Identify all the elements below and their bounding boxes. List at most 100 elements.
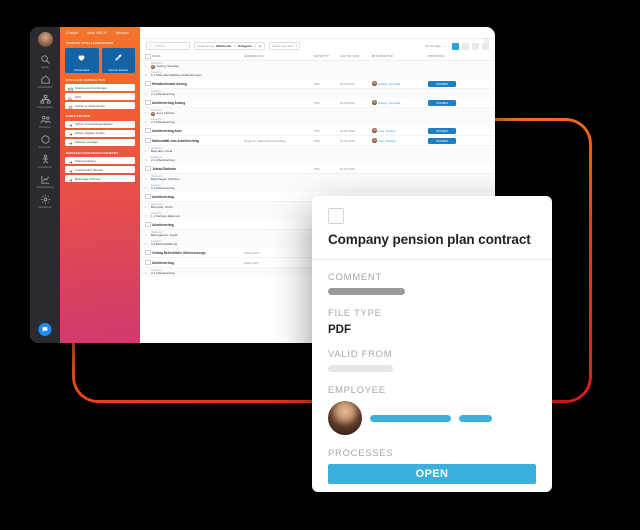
table-row[interactable]: Nationalität zum Arbeitsvertrag Regel für… xyxy=(140,136,495,146)
sidebar-item-ausbildung[interactable]: Ausbildung xyxy=(30,154,60,169)
chevron-down-icon[interactable]: ▾ xyxy=(145,92,148,96)
chevron-down-icon[interactable]: ▾ xyxy=(145,205,148,209)
table-row[interactable]: Jobrad Bafunde PDF 01.04.2021 xyxy=(140,164,495,174)
column-header-dateityp[interactable]: DATEITYP xyxy=(314,55,340,58)
row-checkbox[interactable] xyxy=(145,249,152,256)
grid-view-icon[interactable] xyxy=(452,42,459,50)
chevron-left-icon[interactable]: ‹ xyxy=(444,44,445,48)
open-row-button[interactable]: ÖFFNEN xyxy=(428,99,456,106)
chevron-down-icon[interactable]: ▾ xyxy=(145,186,148,190)
card-select-checkbox[interactable] xyxy=(328,208,344,224)
cell-mitarbeiter[interactable]: Assing, Veronika xyxy=(372,81,428,86)
chevron-down-icon[interactable]: ▾ xyxy=(145,158,148,162)
panel-row-beantrage-praemien[interactable]: Beantrage Prämien xyxy=(65,175,135,182)
chevron-down-icon[interactable]: ▾ xyxy=(145,214,148,218)
tile-internes-karriereportal[interactable]: Internes Karriere xyxy=(101,47,135,73)
cell-prozesse: ÖFFNEN xyxy=(428,80,490,87)
card-view-icon[interactable] xyxy=(472,42,479,50)
panel-row-offene-digitale-inhalte[interactable]: Offene Digitale Inhalte xyxy=(65,129,135,137)
table-row[interactable]: Arbeitsvertrag Assing PDF 01.08.2022 Assing… xyxy=(140,98,495,108)
open-row-button[interactable]: ÖFFNEN xyxy=(428,80,456,87)
cell-mitarbeiter[interactable]: Assing, Veronika xyxy=(372,100,428,105)
column-header-name[interactable]: NAME xyxy=(152,55,244,58)
row-checkbox[interactable] xyxy=(145,80,152,87)
table-group-row[interactable]: ▾ Kategorie ↑ 2.1 Arbeitsvertrag xyxy=(140,117,495,126)
panel-row-stellenausschreibungen[interactable]: Stellenausschreibungen xyxy=(65,84,135,91)
chevron-down-icon[interactable]: ▾ xyxy=(145,177,148,181)
row-checkbox[interactable] xyxy=(145,99,152,106)
chevron-down-icon[interactable]: ▾ xyxy=(145,73,148,77)
select-all-checkbox[interactable] xyxy=(145,53,152,60)
panel-row-leaderboard[interactable]: Leaderboard (Monat) xyxy=(65,166,135,173)
chip-remove-icon[interactable]: ✕ xyxy=(254,44,257,48)
table-group-row[interactable]: ▾ Kategorie ↑ 2.1 Arbeitsvertrag xyxy=(140,155,495,164)
list-view-icon[interactable] xyxy=(462,42,469,50)
tab-cockpit[interactable]: Cockpit xyxy=(66,31,78,35)
row-checkbox[interactable] xyxy=(145,259,152,266)
sidebar-item-organisation[interactable]: Organisation xyxy=(30,94,60,109)
avatar xyxy=(372,138,377,143)
tab-mensch[interactable]: Mensch xyxy=(116,31,129,35)
column-header-mitarbeiter[interactable]: MITARBEITER xyxy=(372,55,428,58)
panel-row-offene-onboardingaufgaben[interactable]: Offene Onboardingaufgaben xyxy=(65,120,135,128)
table-group-row[interactable]: ▾ Kategorie ↑ 1.3 Stammbezahlbare Veränder… xyxy=(140,70,495,79)
chevron-down-icon[interactable]: ▾ xyxy=(145,271,148,275)
sidebar-item-weiterbildung[interactable]: Weiterbildung xyxy=(30,174,60,189)
panel-row-kosten-je-stellenboerse[interactable]: Kosten je Stellenbörse xyxy=(65,102,135,109)
table-group-row[interactable]: ▾ Mitarbeiter ↑ Auer, Norbert xyxy=(140,108,495,117)
open-button[interactable]: OPEN xyxy=(328,464,536,484)
grouping-filter[interactable]: Gruppierung Mitarbeiter ✕ Kategorie ✕ ▣ xyxy=(194,42,265,50)
chip-mitarbeiter[interactable]: Mitarbeiter xyxy=(216,44,231,48)
chip-kategorie[interactable]: Kategorie xyxy=(238,44,252,48)
table-group-row[interactable]: ▾ Kategorie ↑ 2.1 Arbeitsvertrag xyxy=(140,183,495,192)
sidebar-item-suche[interactable]: Suche xyxy=(30,54,60,69)
tile-karriereseite[interactable]: Karriereseite xyxy=(65,47,99,73)
table-row[interactable]: Arbeitsvertrag Auer PDF 01.01.2020 Auer, No… xyxy=(140,126,495,136)
column-header-prozesse[interactable]: PROZESSE xyxy=(428,55,490,58)
table-row[interactable]: Heiratsurkunde Assing JPG 03.06.2017 Assing… xyxy=(140,79,495,89)
table-group-row[interactable]: ▾ Kategorie ↑ 2.1 Arbeitsvertrag xyxy=(140,89,495,98)
chevron-down-icon[interactable]: ▾ xyxy=(145,111,148,115)
row-checkbox[interactable] xyxy=(145,127,152,134)
sort-select[interactable]: Sortierung nach ▾ xyxy=(268,42,301,50)
chat-icon[interactable] xyxy=(38,323,52,336)
table-group-row[interactable]: ▾ Mitarbeiter ↑ Baumhagel, Christine xyxy=(140,174,495,183)
avatar xyxy=(372,100,377,105)
row-checkbox[interactable] xyxy=(145,137,152,144)
table-group-row[interactable]: ▾ Mitarbeiter ↑ Bachuber, Areal xyxy=(140,146,495,155)
row-checkbox[interactable] xyxy=(145,221,152,228)
sidebar-item-prozesse[interactable]: Prozesse xyxy=(30,134,60,149)
page-size-label[interactable]: 50 Einträge xyxy=(426,44,441,48)
chevron-right-icon[interactable]: › xyxy=(448,44,449,48)
export-icon[interactable] xyxy=(484,30,489,43)
tab-mein-helix[interactable]: Mein HELIX xyxy=(87,31,107,35)
table-view-icon[interactable] xyxy=(482,42,489,50)
chip-remove-icon[interactable]: ✕ xyxy=(234,44,237,48)
section-heading-empfehlungsmanagement: EMPFEHLUNGSMANAGEMENT xyxy=(66,150,119,155)
column-header-bemerkung[interactable]: BEMERKUNG xyxy=(244,55,314,58)
sidebar-item-verwaltung[interactable]: Verwaltung xyxy=(30,194,60,209)
chevron-down-icon[interactable]: ▾ xyxy=(145,64,148,68)
cell-name: Arbeitsvertrag xyxy=(152,222,174,227)
table-group-row[interactable]: ▾ Mitarbeiter ↑ Assing, Veronika xyxy=(140,61,495,70)
panel-row-kpis[interactable]: KPIs xyxy=(65,93,135,100)
chevron-down-icon[interactable]: ▾ xyxy=(145,120,148,124)
row-checkbox[interactable] xyxy=(145,193,152,200)
open-row-button[interactable]: ÖFFNEN xyxy=(428,127,456,134)
gear-icon xyxy=(40,194,51,205)
column-header-gueltig-von[interactable]: GÜLTIG VON xyxy=(340,55,372,58)
panel-row-praemienkatalog[interactable]: Prämienkatalog xyxy=(65,157,135,164)
search-input[interactable]: Suchen... xyxy=(146,42,190,50)
sidebar-item-arbeitsplatz[interactable]: Arbeitsplatz xyxy=(30,74,60,89)
cell-mitarbeiter[interactable]: Auer, Norbert xyxy=(372,138,428,143)
row-checkbox[interactable] xyxy=(145,165,152,172)
open-row-button[interactable]: ÖFFNEN xyxy=(428,137,456,144)
sidebar-item-personal[interactable]: Personal xyxy=(30,114,60,129)
avatar[interactable] xyxy=(37,32,53,47)
chevron-down-icon[interactable]: ▾ xyxy=(145,242,148,246)
panel-row-aktuelle-vertraege[interactable]: Aktuelle Verträge xyxy=(65,138,135,146)
chevron-down-icon[interactable]: ▾ xyxy=(145,233,148,237)
cell-mitarbeiter[interactable]: Auer, Norbert xyxy=(372,128,428,133)
chevron-down-icon[interactable]: ▾ xyxy=(145,149,148,153)
plus-box-icon[interactable]: ▣ xyxy=(258,44,261,48)
